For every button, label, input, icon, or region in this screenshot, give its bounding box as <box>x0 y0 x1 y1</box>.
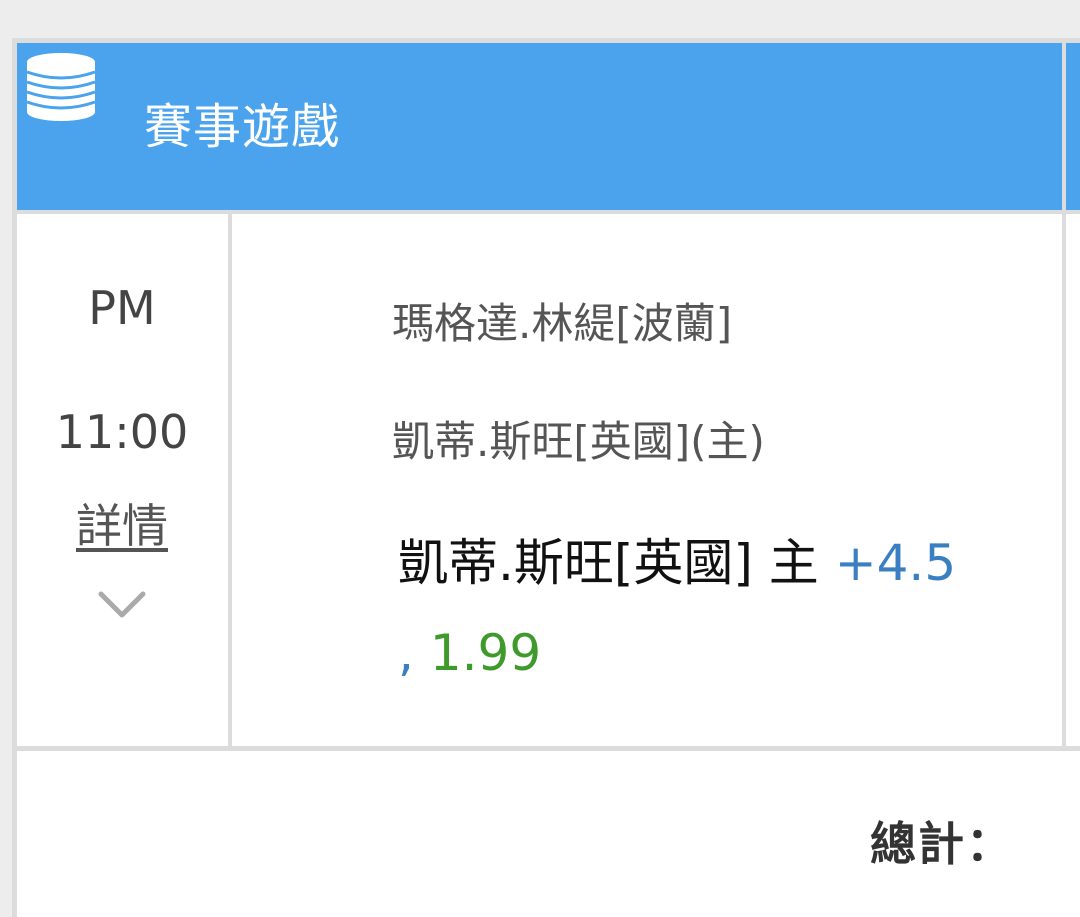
bet-selection: 凱蒂.斯旺[英國] 主 +4.5, 1.99 <box>398 518 1048 698</box>
coin-stack-icon <box>26 53 96 121</box>
team-away: 瑪格達.林緹[波蘭] <box>392 299 733 348</box>
match-time-ampm: PM <box>88 281 156 335</box>
bet-odds: 1.99 <box>429 624 542 682</box>
bet-separator: , <box>398 624 414 682</box>
header-title: 賽事遊戲 <box>144 99 341 155</box>
bet-spread: +4.5 <box>834 534 957 592</box>
total-label: 總計： <box>870 817 1014 871</box>
row-divider-top <box>12 210 1080 214</box>
card-left-border <box>12 38 17 917</box>
chevron-down-icon[interactable] <box>98 590 146 620</box>
bet-selection-label: 凱蒂.斯旺[英國] 主 <box>398 534 819 592</box>
page: 賽事遊戲 PM 11:00 詳情 瑪格達.林緹[波蘭] 凱蒂.斯旺[英國](主)… <box>0 0 1080 917</box>
match-time-clock: 11:00 <box>55 405 189 459</box>
next-card-header-edge <box>1066 42 1080 210</box>
column-divider-right <box>1062 214 1066 748</box>
team-home: 凱蒂.斯旺[英國](主) <box>392 417 765 466</box>
row-divider-bottom <box>12 746 1080 751</box>
detail-link[interactable]: 詳情 <box>16 496 228 556</box>
card-top-border <box>12 38 1080 43</box>
column-divider <box>228 214 232 748</box>
